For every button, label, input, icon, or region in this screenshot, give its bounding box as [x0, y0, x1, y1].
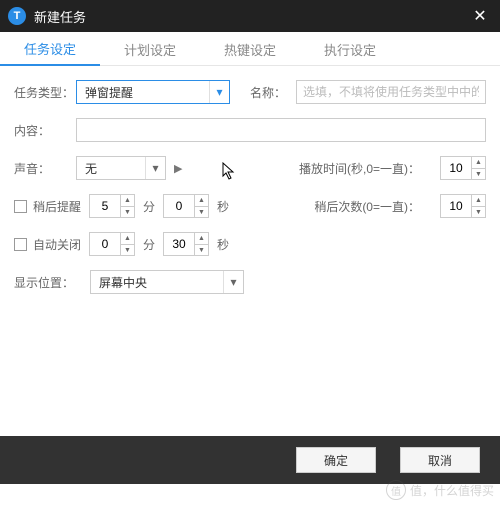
- auto-close-sec-spinbox[interactable]: ▲▼: [163, 232, 209, 256]
- sound-label: 声音：: [14, 160, 76, 177]
- auto-close-sec-input[interactable]: [164, 233, 194, 255]
- ok-button[interactable]: 确定: [296, 447, 376, 473]
- chevron-down-icon[interactable]: ▾: [145, 157, 165, 179]
- play-time-spinbox[interactable]: ▲▼: [440, 156, 486, 180]
- spin-up-icon[interactable]: ▲: [471, 157, 485, 168]
- remind-later-checkbox[interactable]: [14, 200, 27, 213]
- close-icon[interactable]: ✕: [468, 4, 492, 28]
- remind-count-label: 稍后次数(0=一直)：: [314, 198, 420, 215]
- spin-down-icon[interactable]: ▼: [194, 206, 208, 217]
- play-time-label: 播放时间(秒,0=一直)：: [299, 160, 420, 177]
- minute-unit: 分: [143, 236, 155, 253]
- spin-up-icon[interactable]: ▲: [120, 233, 134, 244]
- cancel-button[interactable]: 取消: [400, 447, 480, 473]
- tabs: 任务设定 计划设定 热键设定 执行设定: [0, 32, 500, 66]
- auto-close-checkbox[interactable]: [14, 238, 27, 251]
- tab-execute-settings[interactable]: 执行设定: [300, 32, 400, 66]
- tab-task-settings[interactable]: 任务设定: [0, 32, 100, 66]
- content-input[interactable]: [76, 118, 486, 142]
- spin-down-icon[interactable]: ▼: [194, 244, 208, 255]
- app-icon: T: [8, 7, 26, 25]
- sound-value: 无: [77, 160, 145, 177]
- play-icon[interactable]: ▶: [174, 162, 182, 175]
- tab-hotkey-settings[interactable]: 热键设定: [200, 32, 300, 66]
- position-label: 显示位置：: [14, 274, 90, 291]
- second-unit: 秒: [217, 236, 229, 253]
- spin-up-icon[interactable]: ▲: [120, 195, 134, 206]
- content: 任务类型： 弹窗提醒 ▾ 名称： 内容： 声音： 无 ▾ ▶ 播放时间(秒,0=…: [0, 66, 500, 436]
- remind-later-label: 稍后提醒: [33, 198, 89, 215]
- spin-down-icon[interactable]: ▼: [120, 244, 134, 255]
- name-input[interactable]: [296, 80, 486, 104]
- spin-down-icon[interactable]: ▼: [471, 206, 485, 217]
- position-value: 屏幕中央: [91, 274, 223, 291]
- chevron-down-icon[interactable]: ▾: [209, 81, 229, 103]
- footer: 确定 取消: [0, 436, 500, 484]
- watermark-text: 值，什么值得买: [410, 482, 494, 499]
- remind-later-min-spinbox[interactable]: ▲▼: [89, 194, 135, 218]
- auto-close-min-input[interactable]: [90, 233, 120, 255]
- spin-up-icon[interactable]: ▲: [194, 233, 208, 244]
- titlebar-title: 新建任务: [34, 7, 468, 26]
- task-type-value: 弹窗提醒: [77, 84, 209, 101]
- remind-count-spinbox[interactable]: ▲▼: [440, 194, 486, 218]
- remind-later-min-input[interactable]: [90, 195, 120, 217]
- auto-close-label: 自动关闭: [33, 236, 89, 253]
- task-type-label: 任务类型：: [14, 84, 76, 101]
- name-label: 名称：: [250, 84, 286, 101]
- second-unit: 秒: [217, 198, 229, 215]
- spin-down-icon[interactable]: ▼: [120, 206, 134, 217]
- task-type-dropdown[interactable]: 弹窗提醒 ▾: [76, 80, 230, 104]
- sound-dropdown[interactable]: 无 ▾: [76, 156, 166, 180]
- play-time-input[interactable]: [441, 157, 471, 179]
- content-label: 内容：: [14, 122, 76, 139]
- watermark: 值 值，什么值得买: [386, 480, 494, 500]
- minute-unit: 分: [143, 198, 155, 215]
- auto-close-min-spinbox[interactable]: ▲▼: [89, 232, 135, 256]
- titlebar: T 新建任务 ✕: [0, 0, 500, 32]
- watermark-icon: 值: [386, 480, 406, 500]
- remind-later-sec-spinbox[interactable]: ▲▼: [163, 194, 209, 218]
- tab-schedule-settings[interactable]: 计划设定: [100, 32, 200, 66]
- spin-up-icon[interactable]: ▲: [194, 195, 208, 206]
- remind-later-sec-input[interactable]: [164, 195, 194, 217]
- position-dropdown[interactable]: 屏幕中央 ▾: [90, 270, 244, 294]
- remind-count-input[interactable]: [441, 195, 471, 217]
- chevron-down-icon[interactable]: ▾: [223, 271, 243, 293]
- spin-down-icon[interactable]: ▼: [471, 168, 485, 179]
- spin-up-icon[interactable]: ▲: [471, 195, 485, 206]
